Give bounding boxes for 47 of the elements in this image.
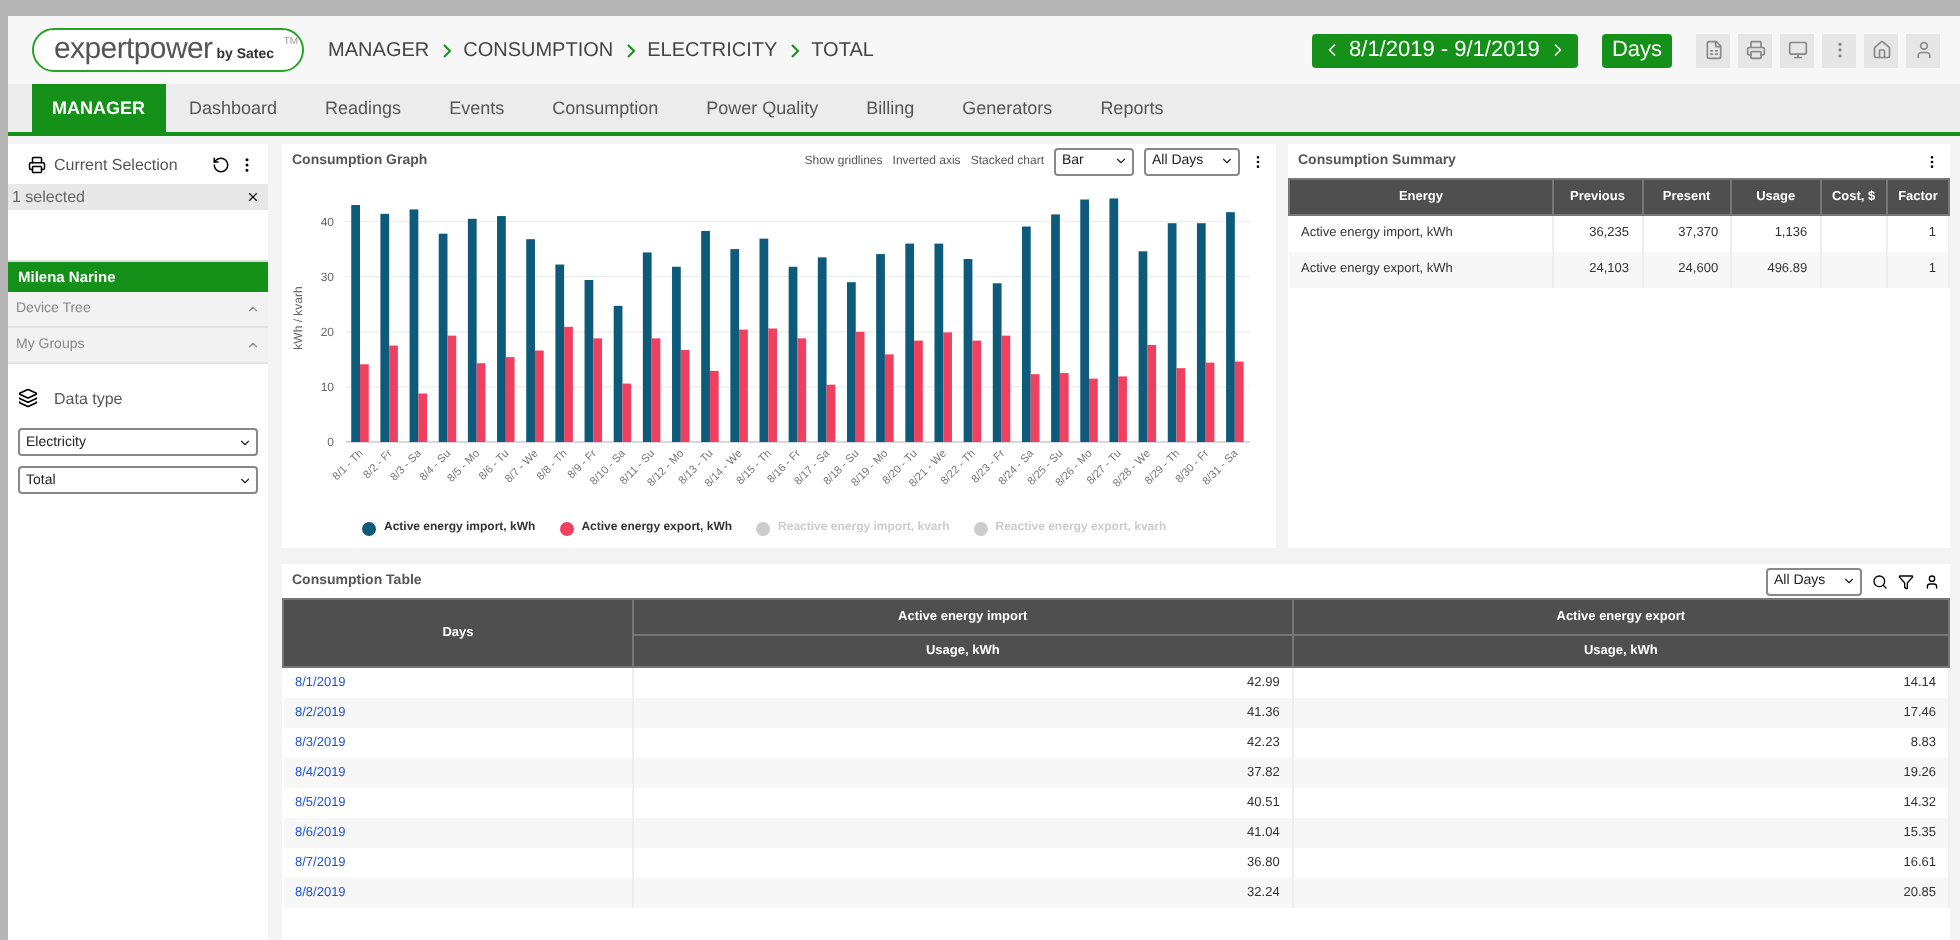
nav-tab[interactable]: Events (425, 84, 529, 132)
user-button[interactable] (1906, 33, 1940, 67)
chevron-right-icon (789, 43, 800, 57)
selection-count: 1 selected (12, 188, 85, 206)
printer-icon (28, 155, 46, 173)
chevron-up-icon (246, 302, 260, 316)
user-icon (1913, 40, 1933, 60)
print-icon (1745, 40, 1765, 60)
chevron-down-icon (1220, 154, 1234, 168)
breadcrumb-item[interactable]: ELECTRICITY (647, 39, 778, 61)
undo-icon[interactable] (212, 155, 230, 173)
chevron-down-icon (1114, 154, 1128, 168)
filter-icon[interactable] (1898, 573, 1914, 589)
search-icon[interactable] (1872, 573, 1888, 589)
spreadsheet-icon (1703, 40, 1723, 60)
legend-dot-icon (973, 521, 988, 535)
home-icon (1871, 40, 1891, 60)
nav-tab[interactable]: MANAGER (32, 84, 165, 132)
legend-dot-icon (756, 521, 771, 535)
nav-tab[interactable]: Billing (842, 84, 939, 132)
home-button[interactable] (1864, 33, 1898, 67)
nav-tab[interactable]: Dashboard (165, 84, 302, 132)
close-icon[interactable] (246, 190, 260, 204)
nav-tab[interactable]: Reports (1076, 84, 1188, 132)
monitor-icon (1787, 40, 1807, 60)
panel-title: Current Selection (54, 155, 180, 173)
user-icon[interactable] (1924, 573, 1940, 589)
chevron-down-icon (238, 435, 252, 449)
nav-tab[interactable]: Power Quality (682, 84, 843, 132)
excel-export-button[interactable] (1696, 33, 1730, 67)
chevron-down-icon (1842, 574, 1856, 588)
monitor-button[interactable] (1780, 33, 1814, 67)
period-button[interactable]: Days (1601, 33, 1672, 67)
field-label: Data type (54, 389, 123, 407)
chevron-up-icon (246, 338, 260, 352)
breadcrumb-item[interactable]: CONSUMPTION (463, 39, 614, 61)
chevron-down-icon (238, 473, 252, 487)
date-range-control[interactable]: 8/1/2019 - 9/1/2019 (1311, 33, 1578, 67)
print-button[interactable] (1738, 33, 1772, 67)
nav-tab[interactable]: Readings (301, 84, 426, 132)
nav-tab[interactable]: Generators (938, 84, 1077, 132)
nav-tab[interactable]: Consumption (528, 84, 683, 132)
chevron-right-icon (441, 43, 452, 57)
layers-icon (18, 388, 38, 408)
breadcrumb-item[interactable]: MANAGER (328, 39, 430, 61)
chevron-right-icon (625, 43, 636, 57)
breadcrumb-item[interactable]: TOTAL (811, 39, 874, 61)
